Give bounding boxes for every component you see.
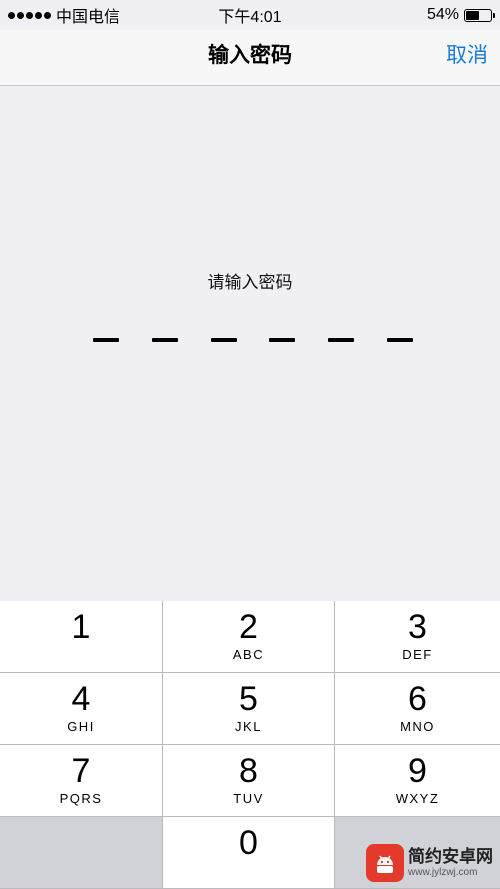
key-9[interactable]: 9 WXYZ	[335, 745, 500, 817]
passcode-dash	[328, 338, 355, 342]
key-digit: 8	[239, 752, 258, 790]
key-letters: WXYZ	[395, 791, 440, 806]
cancel-button[interactable]: 取消	[446, 30, 488, 86]
key-6[interactable]: 6 MNO	[335, 673, 500, 745]
key-digit: 0	[239, 824, 258, 862]
key-3[interactable]: 3 DEF	[335, 601, 500, 673]
carrier-label: 中国电信	[56, 9, 121, 26]
key-digit: 4	[71, 680, 91, 718]
page-title: 输入密码	[208, 44, 292, 67]
watermark-name: 简约安卓网	[408, 847, 493, 866]
passcode-dash	[386, 338, 413, 342]
key-letters: MNO	[400, 719, 435, 734]
key-8[interactable]: 8 TUV	[163, 745, 335, 817]
key-letters: DEF	[402, 647, 433, 662]
passcode-dash	[93, 338, 119, 342]
status-left: 中国电信	[8, 3, 120, 27]
key-digit: 9	[408, 752, 427, 790]
passcode-dash	[210, 338, 237, 342]
key-digit: 7	[71, 752, 91, 790]
key-digit: 1	[71, 608, 91, 646]
key-0[interactable]: 0	[163, 817, 335, 889]
key-digit: 3	[408, 608, 427, 646]
battery-percent: 54%	[426, 6, 459, 23]
key-1[interactable]: 1	[0, 601, 163, 673]
key-digit: 5	[239, 680, 258, 718]
watermark-text: 简约安卓网 www.jylzwj.com	[408, 847, 493, 879]
passcode-dash	[269, 338, 296, 342]
site-watermark: 简约安卓网 www.jylzwj.com	[366, 841, 496, 885]
navigation-bar: 输入密码 取消	[0, 30, 500, 86]
passcode-dashes	[93, 338, 413, 348]
battery-fill	[466, 10, 479, 20]
key-blank	[0, 817, 163, 889]
watermark-url: www.jylzwj.com	[408, 867, 478, 878]
battery-icon	[464, 8, 495, 22]
passcode-dash	[151, 338, 178, 342]
key-letters: ABC	[232, 647, 265, 662]
key-4[interactable]: 4 GHI	[0, 673, 163, 745]
status-bar: 中国电信 下午4:01 54%	[0, 0, 500, 30]
key-7[interactable]: 7 PQRS	[0, 745, 163, 817]
key-letters: JKL	[235, 719, 262, 734]
key-5[interactable]: 5 JKL	[163, 673, 335, 745]
key-digit: 6	[408, 680, 427, 718]
passcode-prompt: 请输入密码	[207, 273, 293, 292]
status-right: 54%	[426, 6, 495, 24]
signal-strength-icon	[8, 11, 51, 19]
key-letters: PQRS	[59, 791, 103, 806]
key-digit: 2	[239, 608, 258, 646]
key-2[interactable]: 2 ABC	[163, 601, 335, 673]
key-letters: TUV	[233, 791, 264, 806]
key-letters: GHI	[67, 719, 95, 734]
android-logo-icon	[366, 844, 404, 882]
